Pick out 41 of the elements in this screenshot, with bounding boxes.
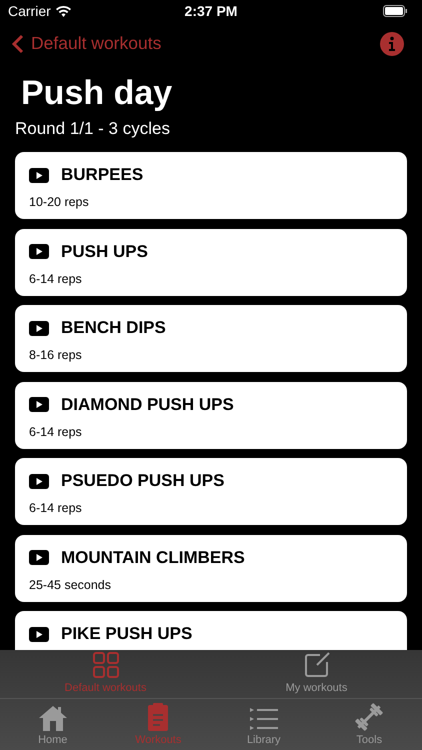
play-icon <box>29 626 49 642</box>
exercise-name: BENCH DIPS <box>61 318 166 338</box>
exercise-card[interactable]: PSUEDO PUSH UPS 6-14 reps <box>15 458 407 525</box>
exercise-name: PUSH UPS <box>61 242 148 262</box>
home-icon <box>38 704 68 732</box>
exercise-reps: 10-20 reps <box>29 195 90 209</box>
exercise-reps: 8-16 reps <box>29 348 83 362</box>
exercise-name: MOUNTAIN CLIMBERS <box>61 548 245 568</box>
exercise-name: PIKE PUSH UPS <box>61 624 192 644</box>
round-info: Round 1/1 - 3 cycles <box>14 118 171 140</box>
grid-icon <box>90 650 120 680</box>
back-chevron-icon <box>12 34 24 54</box>
play-icon <box>29 320 49 336</box>
exercise-reps: 6-14 reps <box>29 424 83 438</box>
exercise-card[interactable]: MOUNTAIN CLIMBERS 25-45 seconds <box>15 534 407 602</box>
exercise-card[interactable]: PUSH UPS 6-14 reps <box>15 228 407 296</box>
play-icon <box>29 474 49 488</box>
exercise-reps: 6-14 reps <box>29 272 83 286</box>
exercise-name: BURPEES <box>61 165 144 185</box>
carrier-label: Carrier <box>8 3 51 19</box>
status-time: 2:37 PM <box>184 3 238 19</box>
exercise-card[interactable]: BENCH DIPS 8-16 reps <box>15 305 407 372</box>
list-icon <box>248 706 279 732</box>
dumbbell-icon <box>354 702 384 732</box>
segment-tab[interactable]: My workouts <box>211 650 422 698</box>
info-icon[interactable] <box>380 32 404 56</box>
play-icon <box>29 244 49 259</box>
wifi-icon <box>56 6 71 16</box>
exercise-reps: 25-45 seconds <box>29 578 112 592</box>
play-icon <box>29 397 49 412</box>
clipboard-icon <box>147 702 170 732</box>
battery-icon <box>383 5 408 17</box>
play-icon <box>29 550 49 565</box>
play-icon <box>29 168 49 182</box>
page-title: Push day <box>20 73 174 114</box>
exercise-reps: 6-14 reps <box>29 501 83 515</box>
exercise-name: PSUEDO PUSH UPS <box>61 471 224 491</box>
exercise-card[interactable]: BURPEES 10-20 reps <box>15 152 407 219</box>
exercise-card[interactable]: DIAMOND PUSH UPS 6-14 reps <box>15 382 407 448</box>
exercise-name: DIAMOND PUSH UPS <box>61 394 234 414</box>
exercise-card[interactable]: PIKE PUSH UPS <box>15 611 407 650</box>
